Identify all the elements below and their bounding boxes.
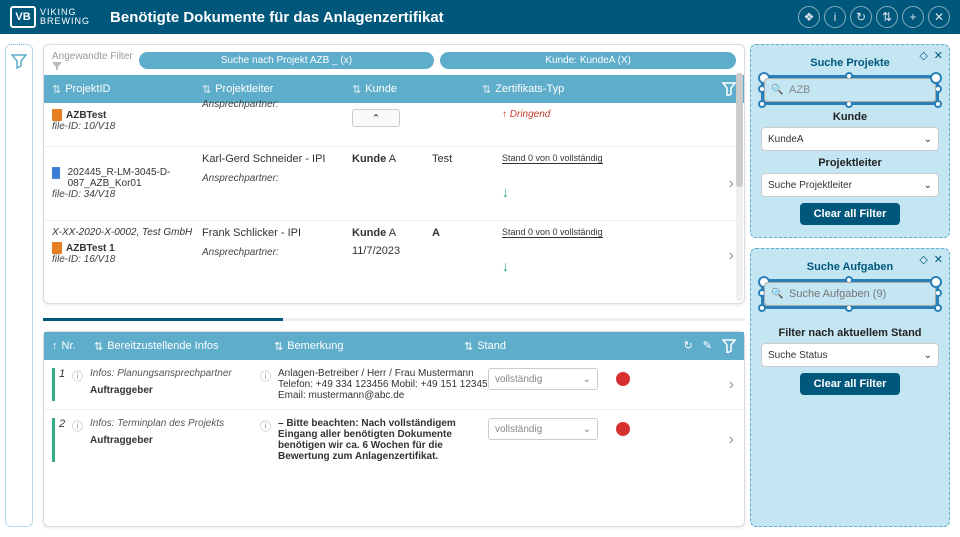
status-select[interactable]: Suche Status⌄ bbox=[761, 343, 939, 367]
eraser-icon[interactable]: ◇ bbox=[919, 49, 927, 62]
task-row[interactable]: 1 ⓘ Infos: PlanungsansprechpartnerAuftra… bbox=[44, 360, 744, 410]
projektleiter-select[interactable]: Suche Projektleiter⌄ bbox=[761, 173, 939, 197]
status-dot bbox=[616, 372, 630, 386]
filter-chip-kunde[interactable]: Kunde: KundeA (X) bbox=[440, 52, 736, 69]
table-row[interactable]: AZBTest file-ID: 10/V18 Ansprechpartner:… bbox=[44, 103, 744, 147]
scrollbar[interactable] bbox=[736, 73, 743, 301]
sort-icon[interactable]: ⇅ bbox=[876, 6, 898, 28]
sort-icon[interactable]: ⇅ bbox=[52, 83, 61, 96]
info-icon[interactable]: i bbox=[824, 6, 846, 28]
close-icon[interactable]: ✕ bbox=[928, 6, 950, 28]
status-dot bbox=[616, 422, 630, 436]
close-icon[interactable]: ✕ bbox=[934, 49, 943, 62]
eraser-icon[interactable]: ◇ bbox=[919, 253, 927, 266]
refresh-icon[interactable]: ↻ bbox=[684, 339, 693, 353]
kunde-select[interactable]: KundeA⌄ bbox=[761, 127, 939, 151]
chevron-right-icon: › bbox=[729, 175, 734, 193]
collapse-button[interactable]: ⌃ bbox=[352, 109, 400, 127]
table-row[interactable]: 202445_R-LM-3045-D-087_AZB_Kor01 file-ID… bbox=[44, 147, 744, 221]
tasks-table-header: ↑Nr. ⇅Bereitzustellende Infos ⇅Bemerkung… bbox=[44, 332, 744, 360]
filter-icon[interactable] bbox=[722, 82, 736, 96]
edit-icon[interactable]: ✎ bbox=[703, 339, 712, 353]
info-icon: ⓘ bbox=[72, 418, 90, 462]
status-select[interactable]: vollständig⌄ bbox=[488, 368, 598, 390]
chevron-right-icon: › bbox=[729, 247, 734, 265]
info-icon: ⓘ bbox=[260, 418, 278, 462]
search-tasks-input[interactable] bbox=[773, 283, 915, 305]
refresh-icon[interactable]: ↻ bbox=[850, 6, 872, 28]
page-title: Benötigte Dokumente für das Anlagenzerti… bbox=[110, 9, 798, 26]
brand-logo: VB VIKINGBREWING bbox=[10, 6, 90, 28]
tab-underline bbox=[43, 318, 745, 321]
search-projects-input[interactable] bbox=[773, 79, 915, 101]
applied-filters-label: Angewandte Filter bbox=[52, 51, 133, 70]
search-icon: 🔍 bbox=[771, 289, 783, 300]
projects-table-header: ⇅ProjektID ⇅Projektleiter ⇅Kunde ⇅Zertif… bbox=[44, 75, 744, 103]
task-row[interactable]: 2 ⓘ Infos: Terminplan des ProjektsAuftra… bbox=[44, 410, 744, 470]
info-icon: ⓘ bbox=[72, 368, 90, 401]
search-input-wrap[interactable]: 🔍 bbox=[761, 279, 939, 309]
filter-chip-project[interactable]: Suche nach Projekt AZB _ (x) bbox=[139, 52, 435, 69]
clear-filter-button[interactable]: Clear all Filter bbox=[800, 373, 901, 395]
clear-filter-button[interactable]: Clear all Filter bbox=[800, 203, 901, 225]
filter-panel-tasks: ◇✕ Suche Aufgaben 🔍 Filter nach aktuelle… bbox=[750, 248, 950, 527]
hdr-icon-1[interactable]: ❖ bbox=[798, 6, 820, 28]
table-row[interactable]: X-XX-2020-X-0002, Test GmbH AZBTest 1 fi… bbox=[44, 221, 744, 291]
add-icon[interactable]: + bbox=[902, 6, 924, 28]
info-icon: ⓘ bbox=[260, 368, 278, 401]
left-rail-filter[interactable] bbox=[5, 44, 33, 527]
search-icon: 🔍 bbox=[771, 85, 783, 96]
close-icon[interactable]: ✕ bbox=[934, 253, 943, 266]
search-input-wrap[interactable]: 🔍 bbox=[761, 75, 939, 105]
filter-panel-projects: ◇✕ Suche Projekte 🔍 Kunde KundeA⌄ Projek… bbox=[750, 44, 950, 238]
status-select[interactable]: vollständig⌄ bbox=[488, 418, 598, 440]
filter-icon[interactable] bbox=[722, 339, 736, 353]
